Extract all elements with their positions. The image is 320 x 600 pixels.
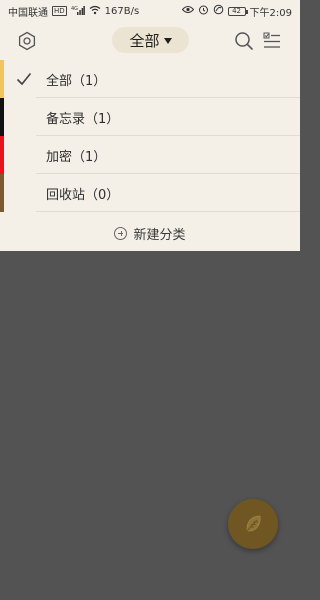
page-title: 全部 (129, 31, 160, 50)
plus-circle-icon (114, 226, 128, 240)
category-label: 加密（1） (46, 149, 107, 165)
feather-icon (245, 515, 261, 533)
check-icon (16, 72, 32, 86)
new-category-button[interactable]: 新建分类 (0, 215, 300, 251)
new-category-label: 新建分类 (133, 227, 186, 243)
network-speed: 167B/s (104, 5, 140, 17)
signal-icon: 4G (71, 5, 85, 18)
wifi-icon (89, 5, 101, 18)
category-color-strip (0, 60, 4, 98)
status-bar: 中国联通 HD 4G 167B/s 42 下午2:09 (0, 0, 300, 22)
clock-text: 下午2:09 (249, 7, 292, 19)
battery-level: 42 (232, 6, 241, 15)
category-item-encrypted[interactable]: 加密（1） (0, 136, 300, 174)
carrier-text: 中国联通 (8, 7, 48, 19)
category-label: 备忘录（1） (46, 111, 120, 127)
category-item-trash[interactable]: 回收站（0） (0, 174, 300, 212)
category-item-all[interactable]: 全部（1） (0, 60, 300, 98)
category-dropdown[interactable]: 全部 (112, 27, 189, 53)
checklist-icon (263, 32, 280, 48)
power-saving-icon (213, 4, 224, 18)
search-button[interactable] (233, 30, 255, 52)
settings-button[interactable] (16, 30, 38, 52)
checklist-button[interactable] (262, 31, 282, 51)
alarm-icon (198, 4, 209, 18)
header: 全部 (0, 22, 300, 60)
category-label: 回收站（0） (46, 187, 120, 203)
category-panel: 中国联通 HD 4G 167B/s 42 下午2:09 全部 全部（1） 备忘录… (0, 0, 300, 251)
hd-badge: HD (52, 6, 67, 16)
search-icon (235, 32, 253, 50)
category-color-strip (0, 98, 4, 136)
category-color-strip (0, 174, 4, 212)
caret-down-icon (163, 37, 172, 44)
eye-icon (181, 5, 194, 17)
category-list: 全部（1） 备忘录（1） 加密（1） 回收站（0） (0, 60, 300, 212)
category-item-memo[interactable]: 备忘录（1） (0, 98, 300, 136)
settings-icon (18, 31, 36, 51)
svg-text:4G: 4G (71, 6, 78, 12)
category-label: 全部（1） (46, 73, 107, 89)
category-color-strip (0, 136, 4, 174)
battery-icon: 42 (227, 6, 248, 16)
new-note-button[interactable] (228, 499, 278, 549)
